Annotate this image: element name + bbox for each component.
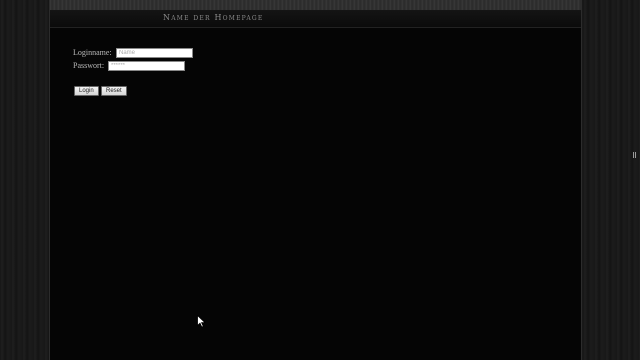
site-title: Name der Homepage [163, 13, 264, 22]
username-input[interactable] [116, 48, 193, 58]
resize-grip-icon[interactable] [633, 152, 636, 158]
main-content-panel: Name der Homepage Loginname: Passwort: L… [49, 0, 582, 360]
reset-button[interactable]: Reset [101, 86, 127, 96]
username-label: Loginname: [73, 48, 112, 57]
login-button[interactable]: Login [74, 86, 99, 96]
top-decor-strip [50, 0, 581, 10]
password-input[interactable] [108, 61, 185, 71]
password-label: Passwort: [73, 61, 105, 70]
header-bar: Name der Homepage [50, 10, 581, 28]
